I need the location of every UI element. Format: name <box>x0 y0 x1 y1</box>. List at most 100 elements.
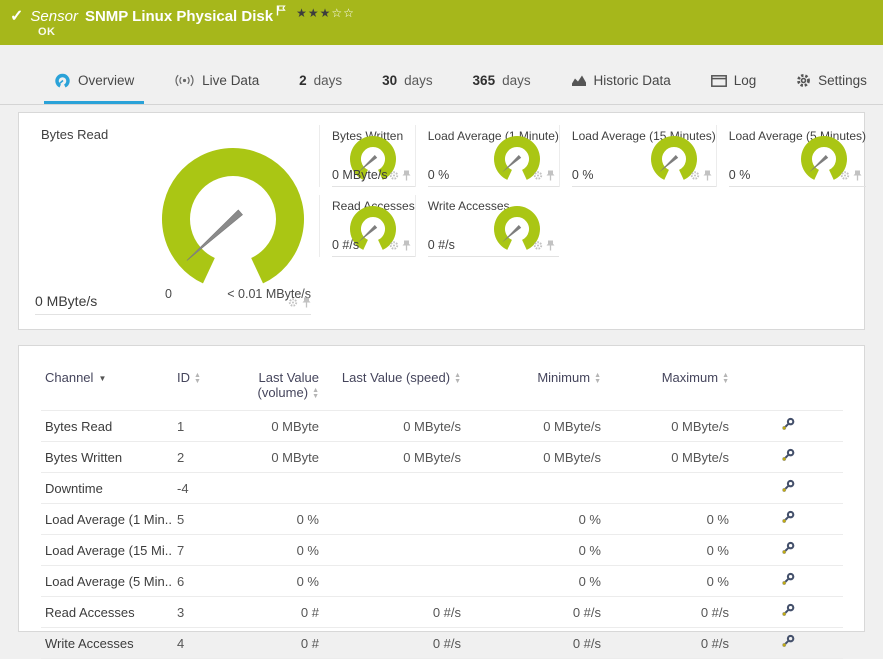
pin-icon[interactable] <box>402 238 411 256</box>
tab-label: days <box>313 73 343 88</box>
pin-icon[interactable] <box>402 168 411 186</box>
edit-channel-wrench-icon[interactable] <box>781 541 796 559</box>
minimum-value: 0 #/s <box>572 604 601 620</box>
pin-icon[interactable] <box>853 168 862 186</box>
minimum-value: 0 MByte/s <box>543 449 601 465</box>
gauges-panel: Bytes Read 0 MByte/s 0 < 0.01 MByte/s By… <box>18 112 867 330</box>
gear-icon <box>796 73 811 88</box>
last-value-speed: 0 MByte/s <box>403 449 461 465</box>
flag-icon[interactable] <box>276 3 286 21</box>
channel-name[interactable]: Write Accesses <box>41 628 173 659</box>
tab-log[interactable]: Log <box>701 60 767 104</box>
channel-row[interactable]: Downtime -4 <box>41 472 843 504</box>
channel-name[interactable]: Load Average (1 Min... <box>41 504 173 535</box>
tab-2-days[interactable]: 2 days <box>289 60 352 104</box>
gauge-icon <box>54 73 71 88</box>
tab-label: days <box>502 73 531 88</box>
channel-row[interactable]: Load Average (15 Mi... 7 0 % 0 % 0 % <box>41 534 843 566</box>
tab-overview[interactable]: Overview <box>44 60 145 104</box>
col-actions <box>733 366 843 411</box>
small-gauges-grid: Bytes Written 0 MByte/s Load Average (1 … <box>319 125 867 257</box>
gauge-value: 0 #/s <box>427 238 455 252</box>
small-gauge-cell: Write Accesses 0 #/s <box>414 195 560 257</box>
pin-icon[interactable] <box>546 238 555 256</box>
channel-name[interactable]: Load Average (5 Min... <box>41 566 173 597</box>
pin-icon[interactable] <box>546 168 555 186</box>
last-value-speed: 0 #/s <box>432 604 461 620</box>
channel-row[interactable]: Load Average (1 Min... 5 0 % 0 % 0 % <box>41 503 843 535</box>
channel-table-panel: Channel ▼ ID ▲ ▼ Last Value (volume) ▲ ▼ Last… <box>18 345 865 659</box>
pin-icon[interactable] <box>302 295 311 313</box>
gear-icon[interactable] <box>533 238 543 256</box>
gear-icon[interactable] <box>288 295 298 313</box>
edit-channel-wrench-icon[interactable] <box>781 479 796 497</box>
gear-icon[interactable] <box>389 168 399 186</box>
gear-icon[interactable] <box>533 168 543 186</box>
window-icon <box>710 74 727 87</box>
tab-label: Settings <box>818 73 867 88</box>
gauge-value: 0 MByte/s <box>332 168 388 182</box>
sort-icon: ▲ ▼ <box>194 371 201 385</box>
last-value-volume: 0 # <box>300 604 319 620</box>
gauge-value: 0 MByte/s <box>35 293 98 309</box>
tab-label: Historic Data <box>593 73 671 88</box>
gauge-arc[interactable] <box>153 141 313 293</box>
channel-id: -4 <box>177 480 189 496</box>
gear-icon[interactable] <box>389 238 399 256</box>
maximum-value: 0 % <box>706 542 729 558</box>
col-last-value-speed[interactable]: Last Value (speed) ▲ ▼ <box>323 366 465 411</box>
maximum-value: 0 MByte/s <box>671 418 729 434</box>
tab-historic-data[interactable]: Historic Data <box>561 60 681 104</box>
col-minimum[interactable]: Minimum ▲ ▼ <box>465 366 605 411</box>
channel-id: 2 <box>177 449 185 465</box>
status-check-icon: ✓ <box>10 8 24 25</box>
tab-label: Live Data <box>202 73 260 88</box>
maximum-value: 0 % <box>706 511 729 527</box>
object-kind-label: Sensor <box>30 7 78 25</box>
edit-channel-wrench-icon[interactable] <box>781 417 796 435</box>
channel-row[interactable]: Read Accesses 3 0 # 0 #/s 0 #/s 0 #/s <box>41 596 843 628</box>
edit-channel-wrench-icon[interactable] <box>781 510 796 528</box>
tab-365-days[interactable]: 365 days <box>463 60 541 104</box>
channel-row[interactable]: Bytes Read 1 0 MByte 0 MByte/s 0 MByte/s… <box>41 410 843 442</box>
gear-icon[interactable] <box>840 168 850 186</box>
channel-id: 6 <box>177 573 185 589</box>
channel-name[interactable]: Load Average (15 Mi... <box>41 535 173 566</box>
col-id[interactable]: ID ▲ ▼ <box>173 366 235 411</box>
last-value-speed <box>323 473 465 504</box>
channel-table: Channel ▼ ID ▲ ▼ Last Value (volume) ▲ ▼ Last… <box>41 366 843 659</box>
tab-label: Overview <box>78 73 135 88</box>
tab-live-data[interactable]: Live Data <box>164 60 269 104</box>
last-value-speed <box>323 504 465 535</box>
sensor-header: ✓ Sensor SNMP Linux Physical Disk ★★★☆☆ … <box>0 0 883 45</box>
pin-icon[interactable] <box>703 168 712 186</box>
small-gauge-cell: Load Average (1 Minute) 0 % <box>414 125 560 187</box>
gear-icon[interactable] <box>690 168 700 186</box>
channel-row[interactable]: Write Accesses 4 0 # 0 #/s 0 #/s 0 #/s <box>41 627 843 659</box>
channel-name[interactable]: Downtime <box>41 473 173 504</box>
last-value-volume: 0 MByte <box>271 418 319 434</box>
channel-name[interactable]: Read Accesses <box>41 597 173 628</box>
small-gauge-cell: Load Average (5 Minutes) 0 % <box>715 125 867 187</box>
last-value-speed <box>323 566 465 597</box>
priority-stars-filled[interactable]: ★★★ <box>296 6 331 20</box>
channel-name[interactable]: Bytes Written <box>41 442 173 473</box>
last-value-volume: 0 % <box>296 511 319 527</box>
channel-name[interactable]: Bytes Read <box>41 411 173 442</box>
maximum-value <box>605 473 733 504</box>
sort-desc-icon: ▼ <box>98 374 107 384</box>
col-channel[interactable]: Channel ▼ <box>41 366 173 411</box>
last-value-volume: 0 MByte <box>271 449 319 465</box>
channel-row[interactable]: Load Average (5 Min... 6 0 % 0 % 0 % <box>41 565 843 597</box>
tab-30-days[interactable]: 30 days <box>372 60 443 104</box>
priority-stars[interactable]: ★★★☆☆ <box>296 6 355 20</box>
edit-channel-wrench-icon[interactable] <box>781 572 796 590</box>
channel-row[interactable]: Bytes Written 2 0 MByte 0 MByte/s 0 MByt… <box>41 441 843 473</box>
edit-channel-wrench-icon[interactable] <box>781 634 796 652</box>
edit-channel-wrench-icon[interactable] <box>781 448 796 466</box>
col-maximum[interactable]: Maximum ▲ ▼ <box>605 366 733 411</box>
edit-channel-wrench-icon[interactable] <box>781 603 796 621</box>
priority-stars-empty[interactable]: ☆☆ <box>331 6 355 20</box>
tab-settings[interactable]: Settings <box>786 60 877 104</box>
col-last-value-volume[interactable]: Last Value (volume) ▲ ▼ <box>235 366 323 411</box>
